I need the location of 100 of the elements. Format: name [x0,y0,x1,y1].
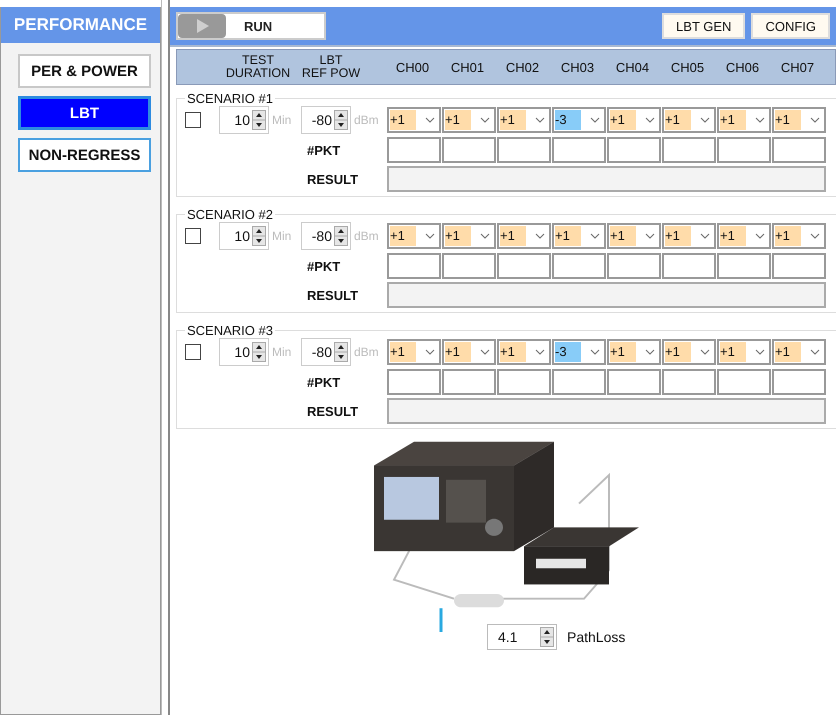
column-header: CH02 [504,60,540,74]
packet-count-field [772,253,826,279]
unit-label: Min [272,113,292,127]
channel-dropdown[interactable]: +1 [607,223,661,249]
chevron-icon [535,233,545,239]
channel-dropdown[interactable]: +1 [717,223,771,249]
unit-label: Min [272,345,292,359]
run-button[interactable]: RUN [176,12,326,40]
channel-dropdown[interactable]: +1 [497,107,551,133]
chevron-icon [425,349,435,355]
channel-dropdown[interactable]: -3 [552,107,606,133]
chevron-icon [535,349,545,355]
unit-label: Min [272,229,292,243]
power-spinner[interactable]: -80 [301,222,351,250]
packet-count-field [387,253,441,279]
packet-count-field [607,253,661,279]
channel-dropdown[interactable]: +1 [662,339,716,365]
channel-dropdown[interactable]: +1 [717,339,771,365]
row-label: #PKT [306,142,342,158]
channel-dropdown[interactable]: +1 [387,223,441,249]
packet-count-field [772,369,826,395]
checkbox[interactable] [185,344,201,360]
channel-dropdown[interactable]: +1 [497,223,551,249]
unit-label: dBm [354,113,379,127]
channel-dropdown[interactable]: +1 [717,107,771,133]
checkbox[interactable] [185,112,201,128]
row-label: #PKT [306,374,342,390]
chevron-icon [700,233,710,239]
sidebar-item[interactable]: LBT [18,96,151,130]
channel-dropdown[interactable]: +1 [662,223,716,249]
toolbar-button[interactable]: CONFIG [751,13,830,39]
packet-count-field [772,137,826,163]
duration-spinner[interactable]: 10 [219,338,269,366]
channel-dropdown[interactable]: +1 [387,339,441,365]
column-header: CH03 [560,60,596,74]
power-spinner[interactable]: -80 [301,106,351,134]
packet-count-field [552,137,606,163]
pathloss-spinner[interactable]: 4.1 [487,624,557,650]
pathloss-label: PathLoss [567,629,626,645]
channel-dropdown[interactable]: +1 [607,339,661,365]
duration-spinner[interactable]: 10 [219,106,269,134]
splitter-bar[interactable] [161,0,170,715]
chevron-icon [590,233,600,239]
row-label: RESULT [306,172,360,186]
channel-dropdown[interactable]: -3 [552,339,606,365]
column-header: CH05 [670,60,706,74]
chevron-icon [480,349,490,355]
duration-spinner[interactable]: 10 [219,222,269,250]
column-header: LBT REF POW [300,54,362,80]
checkbox[interactable] [185,228,201,244]
spin-arrows-icon [540,627,554,647]
chevron-icon [590,349,600,355]
chevron-icon [535,117,545,123]
sidebar-item[interactable]: NON-REGRESS [18,138,151,172]
scenario-title: SCENARIO #1 [186,91,274,106]
sidebar-title: PERFORMANCE [14,15,148,35]
channel-dropdown[interactable]: +1 [442,339,496,365]
row-label: RESULT [306,288,360,302]
packet-count-field [442,369,496,395]
unit-label: dBm [354,229,379,243]
play-icon [178,14,226,38]
scenario-title: SCENARIO #3 [186,323,274,338]
chevron-icon [755,233,765,239]
power-spinner[interactable]: -80 [301,338,351,366]
spin-arrows-icon [252,226,266,246]
chevron-icon [480,117,490,123]
channel-dropdown[interactable]: +1 [662,107,716,133]
chevron-icon [645,233,655,239]
channel-dropdown[interactable]: +1 [772,107,826,133]
channel-dropdown[interactable]: +1 [442,107,496,133]
packet-count-field [717,253,771,279]
channel-dropdown[interactable]: +1 [552,223,606,249]
packet-count-field [662,369,716,395]
channel-dropdown[interactable]: +1 [607,107,661,133]
column-header: CH04 [614,60,650,74]
packet-count-field [607,369,661,395]
chevron-icon [810,117,820,123]
packet-count-field [717,369,771,395]
sidebar-item[interactable]: PER & POWER [18,54,151,88]
packet-count-field [662,137,716,163]
packet-count-field [662,253,716,279]
channel-dropdown[interactable]: +1 [772,223,826,249]
row-label: #PKT [306,258,342,274]
packet-count-field [442,253,496,279]
packet-count-field [717,137,771,163]
chevron-icon [755,349,765,355]
toolbar-button[interactable]: LBT GEN [662,13,746,39]
channel-dropdown[interactable]: +1 [387,107,441,133]
channel-dropdown[interactable]: +1 [772,339,826,365]
chevron-icon [755,117,765,123]
channel-dropdown[interactable]: +1 [497,339,551,365]
packet-count-field [497,369,551,395]
row-label: RESULT [306,404,360,418]
unit-label: dBm [354,345,379,359]
spin-arrows-icon [334,226,348,246]
chevron-icon [810,233,820,239]
channel-dropdown[interactable]: +1 [442,223,496,249]
chevron-icon [645,117,655,123]
packet-count-field [442,137,496,163]
packet-count-field [387,369,441,395]
